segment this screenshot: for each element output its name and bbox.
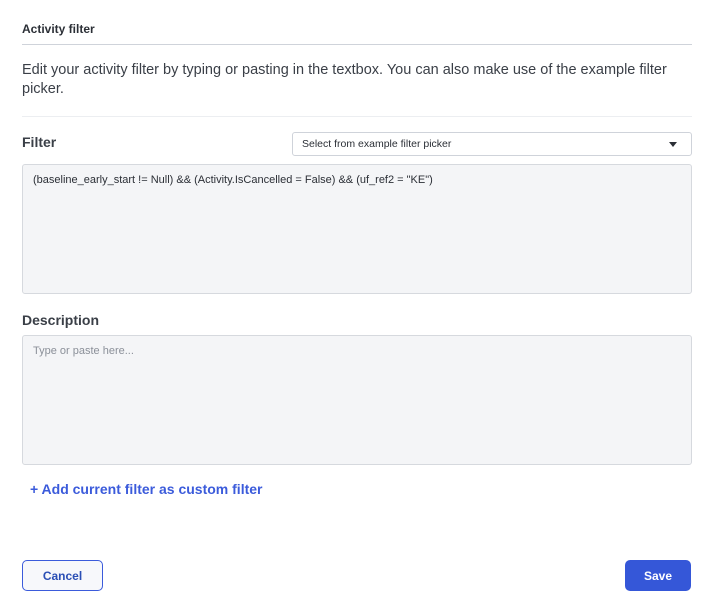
intro-text: Edit your activity filter by typing or p…: [22, 62, 667, 97]
filter-label: Filter: [22, 134, 57, 150]
add-custom-filter-link[interactable]: + Add current filter as custom filter: [30, 481, 262, 497]
dialog-title: Activity filter: [22, 22, 95, 36]
description-textarea[interactable]: [22, 335, 692, 465]
picker-selected-value: Select from example filter picker: [302, 138, 452, 150]
save-button[interactable]: Save: [625, 560, 691, 591]
filter-textarea[interactable]: (baseline_early_start != Null) && (Activ…: [22, 164, 692, 294]
description-label: Description: [22, 312, 100, 328]
cancel-button[interactable]: Cancel: [22, 560, 103, 591]
caret-down-icon: [669, 142, 677, 147]
title-divider: [22, 44, 692, 45]
section-divider: [22, 116, 692, 117]
activity-filter-dialog: Activity filter Edit your activity filte…: [0, 0, 715, 607]
example-filter-picker[interactable]: Select from example filter picker: [292, 132, 692, 156]
